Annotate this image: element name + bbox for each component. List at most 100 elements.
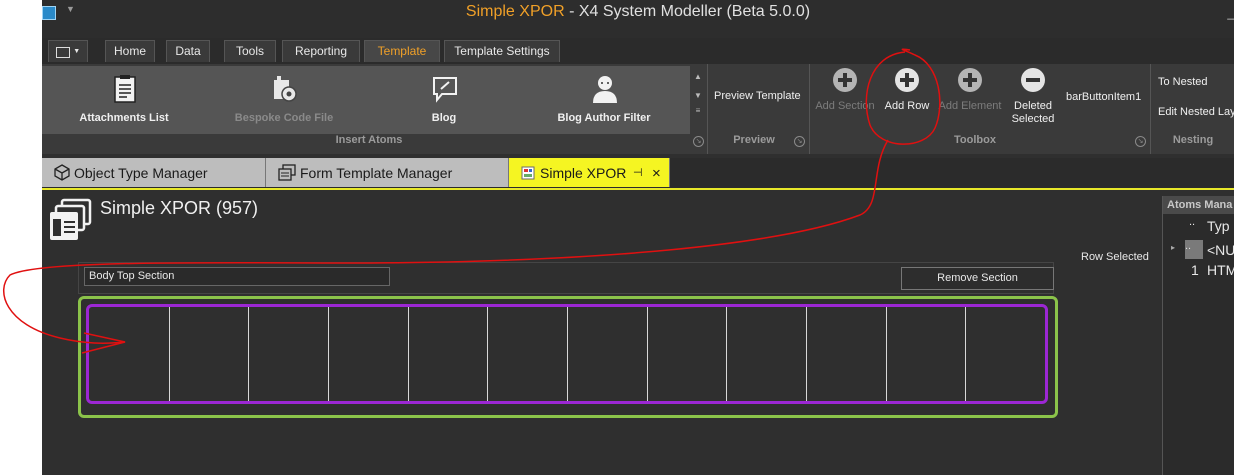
row-cell-divider xyxy=(806,307,807,401)
row-cell-divider xyxy=(726,307,727,401)
minus-circle-icon xyxy=(1021,68,1045,92)
blog-button[interactable]: Blog xyxy=(364,66,524,134)
row-value: <NU xyxy=(1207,242,1234,258)
atoms-manager-panel: Atoms Mana .. Typ ▸ .. <NU 1 HTM xyxy=(1162,196,1234,475)
title-bar: ▼ Simple XPOR - X4 System Modeller (Beta… xyxy=(42,0,1234,38)
gallery-expand-icon[interactable]: ≡ xyxy=(690,106,706,115)
app-menu-icon xyxy=(55,47,70,58)
form-windows-icon xyxy=(278,164,296,181)
tab-data[interactable]: Data xyxy=(166,40,210,62)
nesting-group-label: Nesting xyxy=(1172,134,1214,146)
table-row[interactable]: 1 HTM xyxy=(1163,262,1234,282)
ribbon-separator xyxy=(1150,64,1151,154)
bespoke-code-file-button[interactable]: Bespoke Code File xyxy=(204,66,364,134)
preview-group-label: Preview xyxy=(733,134,775,146)
row-value: HTM xyxy=(1207,262,1234,278)
toolbox-launcher-icon[interactable]: ↘ xyxy=(1135,136,1146,147)
add-section-label: Add Section xyxy=(815,100,875,112)
doc-tab-simple-xpor[interactable]: Simple XPOR ⊣ × xyxy=(509,158,670,187)
preview-template-button[interactable]: Preview Template xyxy=(714,90,801,102)
row-cell-divider xyxy=(487,307,488,401)
doc-tab-label: Form Template Manager xyxy=(300,165,453,181)
row-cell-divider xyxy=(328,307,329,401)
chevron-down-icon: ▼ xyxy=(73,48,81,55)
tab-home[interactable]: Home xyxy=(105,40,155,62)
grid-col-type[interactable]: Typ xyxy=(1207,218,1230,234)
toolbox-group-label: Toolbox xyxy=(954,134,996,146)
cube-icon xyxy=(54,164,70,181)
row-cell-divider xyxy=(886,307,887,401)
window-title: Simple XPOR - X4 System Modeller (Beta 5… xyxy=(42,3,1234,21)
window-title-accent: Simple XPOR xyxy=(465,3,565,20)
row-dots-cell: .. xyxy=(1185,240,1203,259)
deleted-selected-line-1: Deleted xyxy=(1014,100,1052,112)
doc-tab-label: Object Type Manager xyxy=(74,165,208,181)
tab-reporting[interactable]: Reporting xyxy=(282,40,360,62)
bar-button-item[interactable]: barButtonItem1 xyxy=(1066,91,1141,103)
table-row[interactable]: ▸ .. <NU xyxy=(1163,240,1234,260)
add-row-button[interactable]: Add Row xyxy=(878,64,936,130)
template-form-icon xyxy=(521,166,535,180)
pin-icon[interactable]: ⊣ xyxy=(633,158,643,189)
grid-corner xyxy=(1163,219,1183,236)
code-file-icon xyxy=(274,76,297,102)
doc-tab-form-template-manager[interactable]: Form Template Manager xyxy=(266,158,509,187)
row-cell-divider xyxy=(169,307,170,401)
plus-circle-icon xyxy=(958,68,982,92)
row-cell-divider xyxy=(647,307,648,401)
ribbon-panel: Attachments List Bespoke Code File Blog xyxy=(42,64,1234,154)
list-document-icon xyxy=(114,75,136,103)
blog-author-filter-button[interactable]: Blog Author Filter xyxy=(524,66,684,134)
window-title-rest: - X4 System Modeller (Beta 5.0.0) xyxy=(569,3,811,20)
preview-launcher-icon[interactable]: ↘ xyxy=(794,136,805,147)
insert-atoms-launcher-icon[interactable]: ↘ xyxy=(693,136,704,147)
gallery-scroll-up-icon[interactable]: ▲ xyxy=(690,72,706,81)
deleted-selected-label: Deleted Selected xyxy=(1004,100,1062,126)
blog-author-filter-label: Blog Author Filter xyxy=(557,112,651,124)
selected-row[interactable] xyxy=(86,304,1048,404)
row-cell-divider xyxy=(248,307,249,401)
template-editor: Simple XPOR (957) Row Selected Remove Se… xyxy=(42,190,1162,475)
doc-tab-object-type-manager[interactable]: Object Type Manager xyxy=(42,158,266,187)
tab-template-settings[interactable]: Template Settings xyxy=(444,40,560,62)
plus-circle-icon xyxy=(833,68,857,92)
close-icon[interactable]: × xyxy=(652,158,661,189)
app-menu-button[interactable]: ▼ xyxy=(48,40,88,62)
doc-tab-label: Simple XPOR xyxy=(540,165,627,181)
attachments-list-button[interactable]: Attachments List xyxy=(44,66,204,134)
tab-template[interactable]: Template xyxy=(364,40,440,62)
add-element-label: Add Element xyxy=(938,100,1002,112)
ribbon-tab-bar: ▼ Home Data Tools Reporting Template Tem… xyxy=(42,38,1234,65)
atoms-manager-header: Atoms Mana xyxy=(1163,196,1234,214)
to-nested-button[interactable]: To Nested xyxy=(1158,76,1208,88)
form-template-icon xyxy=(50,198,92,240)
user-icon xyxy=(593,76,617,103)
page-title: Simple XPOR (957) xyxy=(100,198,259,218)
row-cell-divider xyxy=(408,307,409,401)
deleted-selected-button[interactable]: Deleted Selected xyxy=(1004,64,1062,130)
attachments-list-label: Attachments List xyxy=(79,112,169,124)
row-cell-divider xyxy=(965,307,966,401)
row-index: 1 xyxy=(1191,262,1199,278)
row-selected-status: Row Selected xyxy=(1081,251,1149,263)
row-expand-icon[interactable]: ▸ xyxy=(1171,243,1175,252)
grid-col-dots: .. xyxy=(1189,216,1196,228)
gallery-scroll[interactable]: ▲ ▼ ≡ xyxy=(690,66,706,134)
blog-label: Blog xyxy=(431,112,457,124)
add-row-label: Add Row xyxy=(884,100,930,112)
remove-section-button[interactable]: Remove Section xyxy=(901,267,1054,290)
insert-atoms-gallery: Attachments List Bespoke Code File Blog xyxy=(42,66,690,134)
atoms-grid-header-row: .. Typ xyxy=(1163,216,1234,236)
app-window: ▼ Simple XPOR - X4 System Modeller (Beta… xyxy=(42,0,1234,475)
minimize-button[interactable]: _ xyxy=(1227,6,1234,20)
edit-nested-layout-button[interactable]: Edit Nested Lay xyxy=(1158,106,1234,118)
add-element-button[interactable]: Add Element xyxy=(938,64,1002,130)
tab-tools[interactable]: Tools xyxy=(224,40,276,62)
section-name-input[interactable] xyxy=(84,267,390,286)
bespoke-code-file-label: Bespoke Code File xyxy=(234,112,334,124)
deleted-selected-line-2: Selected xyxy=(1011,113,1055,125)
add-section-button[interactable]: Add Section xyxy=(814,64,876,130)
plus-circle-icon xyxy=(895,68,919,92)
blog-icon xyxy=(433,77,457,103)
gallery-scroll-down-icon[interactable]: ▼ xyxy=(690,91,706,100)
